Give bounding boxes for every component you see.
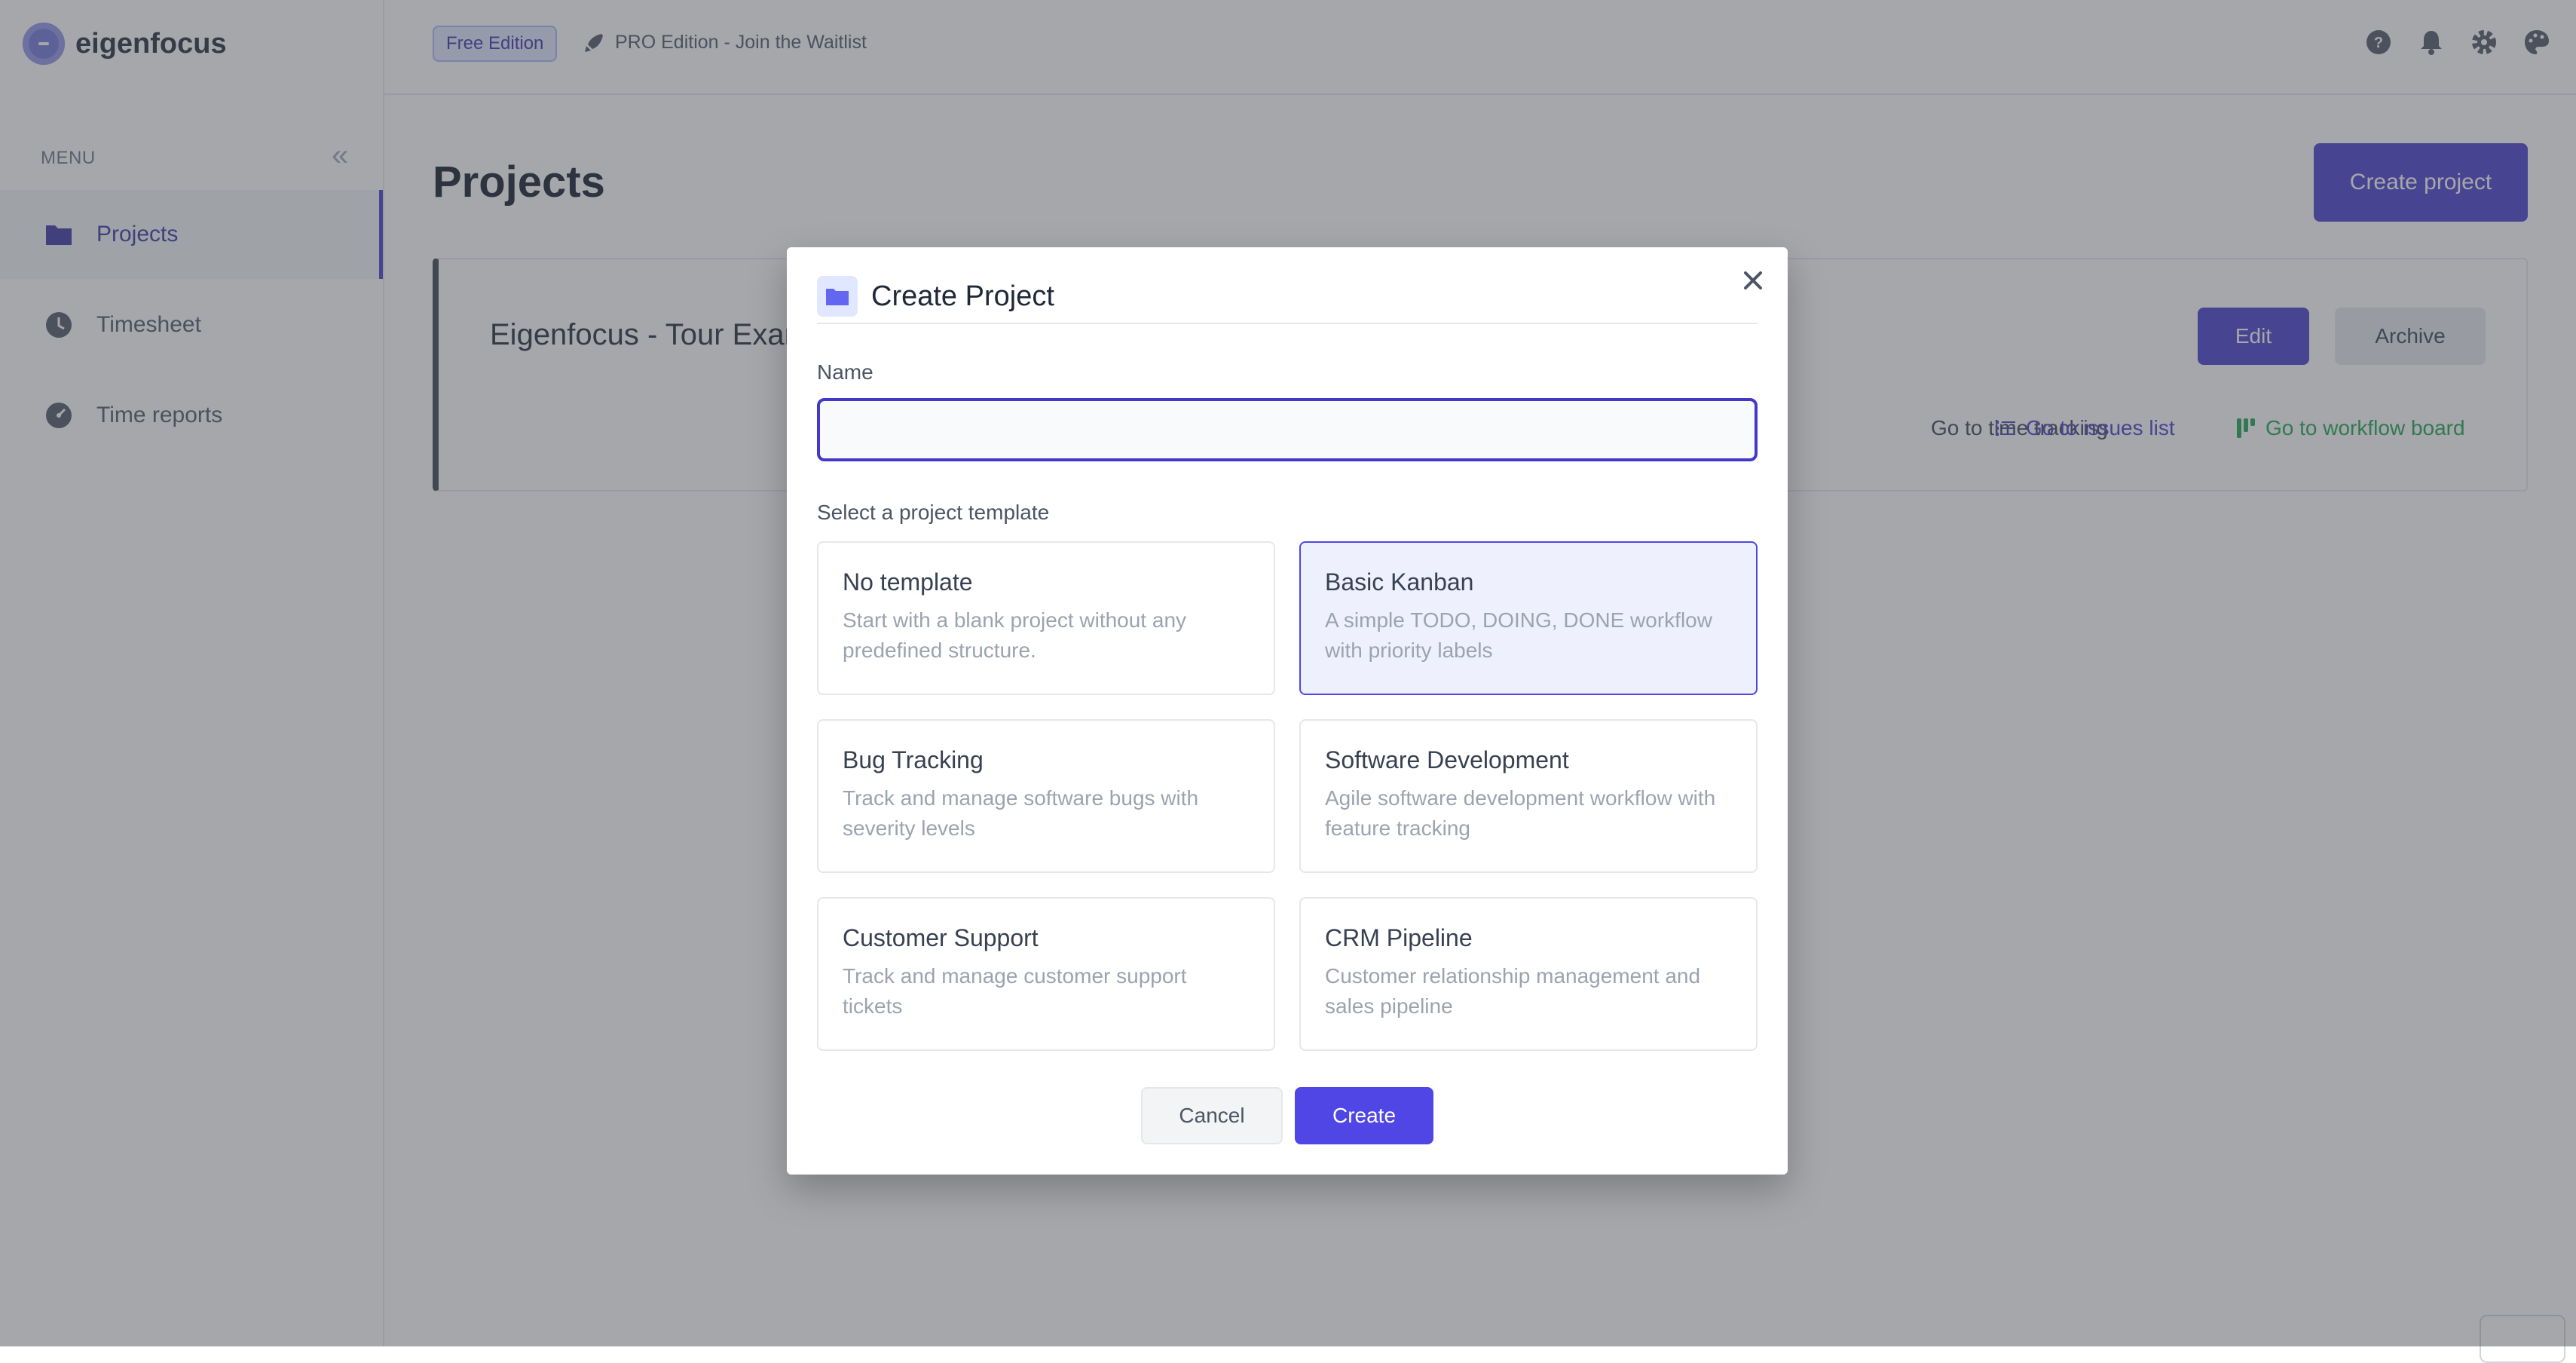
template-name: Bug Tracking	[843, 746, 984, 773]
template-label: Select a project template	[817, 501, 1050, 524]
template-description: Track and manage customer support ticket…	[843, 964, 1187, 1018]
template-crm-pipeline[interactable]: CRM Pipeline Customer relationship manag…	[1299, 897, 1758, 1051]
close-icon[interactable]	[1738, 265, 1768, 296]
name-label: Name	[817, 360, 873, 384]
template-description: Customer relationship management and sal…	[1325, 964, 1701, 1018]
create-button[interactable]: Create	[1295, 1087, 1433, 1144]
modal-title: Create Project	[871, 280, 1054, 312]
template-name: Software Development	[1325, 746, 1569, 773]
create-project-modal: Create Project Name Select a project tem…	[787, 247, 1788, 1175]
template-bug-tracking[interactable]: Bug Tracking Track and manage software b…	[817, 719, 1275, 873]
template-basic-kanban[interactable]: Basic Kanban A simple TODO, DOING, DONE …	[1299, 541, 1758, 695]
cancel-button[interactable]: Cancel	[1141, 1087, 1283, 1144]
template-name: No template	[843, 568, 973, 596]
project-name-input[interactable]	[817, 398, 1758, 461]
template-description: Track and manage software bugs with seve…	[843, 786, 1199, 840]
template-software-development[interactable]: Software Development Agile software deve…	[1299, 719, 1758, 873]
template-name: Basic Kanban	[1325, 568, 1474, 596]
template-customer-support[interactable]: Customer Support Track and manage custom…	[817, 897, 1275, 1051]
template-no-template[interactable]: No template Start with a blank project w…	[817, 541, 1275, 695]
template-name: CRM Pipeline	[1325, 924, 1473, 951]
template-name: Customer Support	[843, 924, 1039, 951]
modal-header: Create Project	[817, 276, 1758, 324]
template-description: Start with a blank project without any p…	[843, 608, 1187, 662]
template-description: Agile software development workflow with…	[1325, 786, 1716, 840]
template-description: A simple TODO, DOING, DONE workflow with…	[1325, 608, 1712, 662]
folder-icon	[817, 276, 858, 317]
